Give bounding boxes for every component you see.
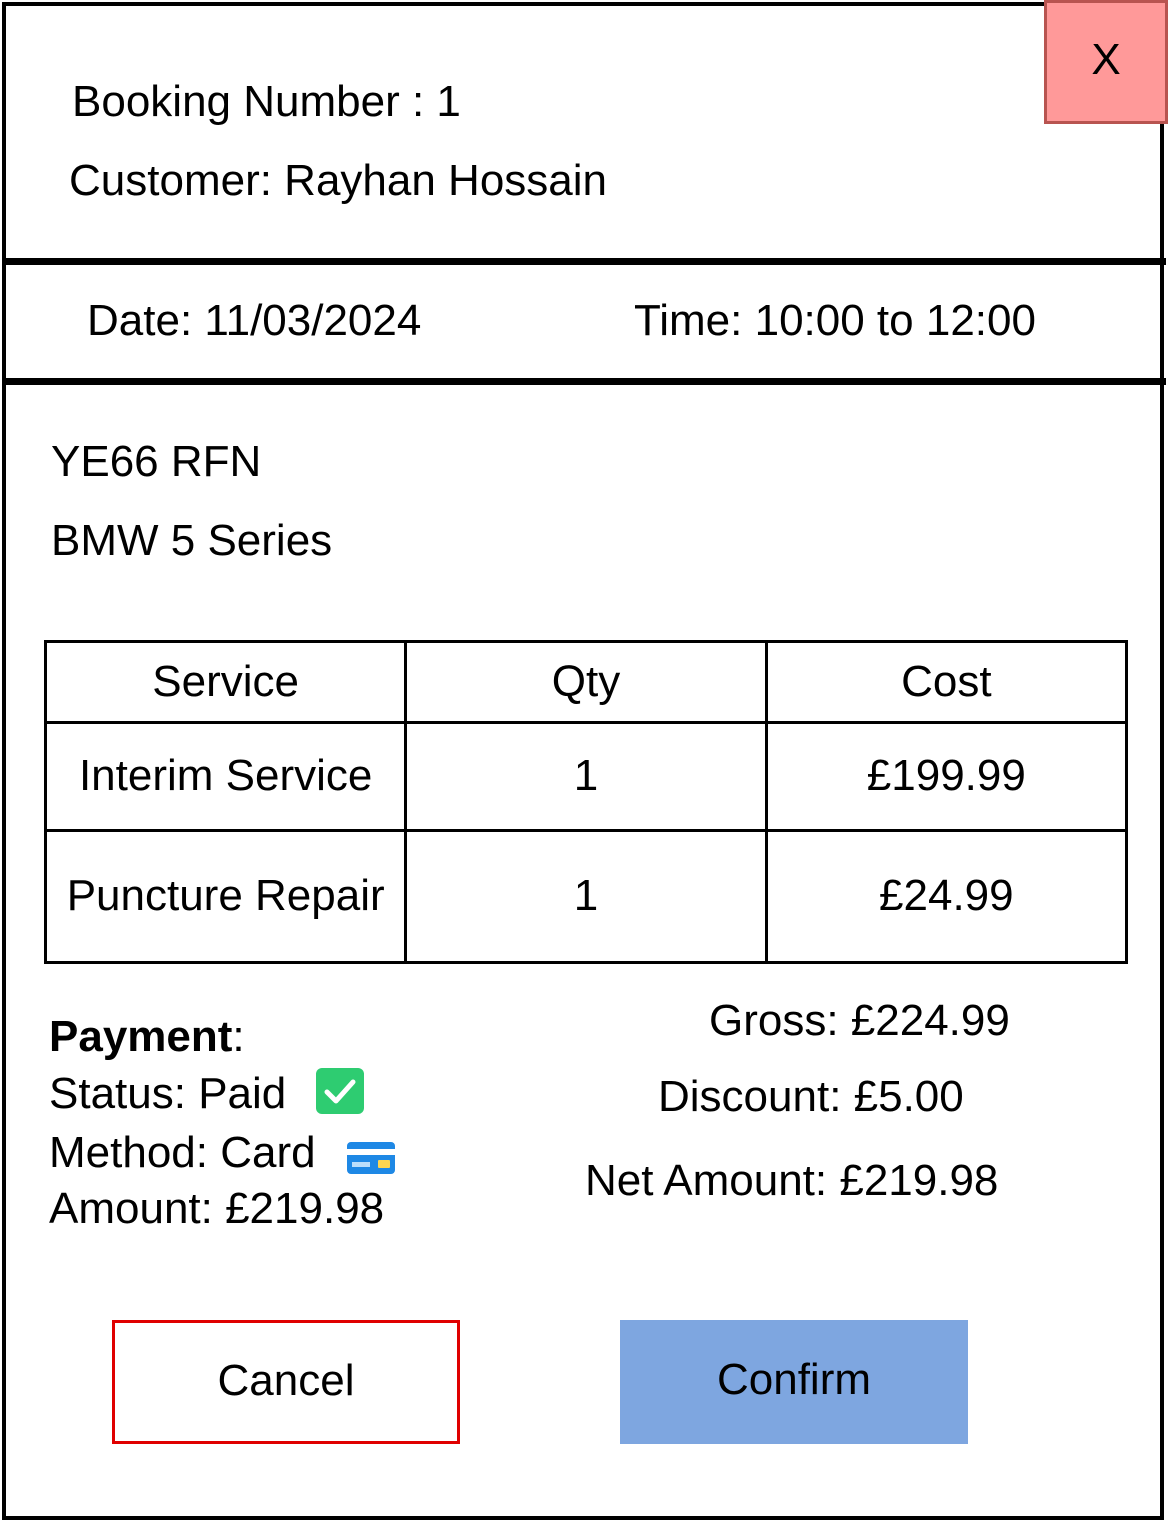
cost-cell: £199.99 [764,721,1129,832]
booking-number: Booking Number : 1 [72,77,461,126]
qty-cell: 1 [404,721,768,832]
services-table: Service Qty Cost Interim Service 1 £199.… [43,640,1129,965]
gross-total: Gross: £224.99 [709,996,1010,1045]
confirm-button[interactable]: Confirm [620,1320,968,1444]
payment-method: Method: Card [49,1128,316,1177]
column-header-qty: Qty [404,640,768,724]
payment-status: Status: Paid [49,1069,287,1118]
payment-heading: Payment: [49,1015,245,1059]
booking-date: Date: 11/03/2024 [87,296,422,345]
header-divider [2,258,1166,265]
payment-heading-colon: : [232,1012,245,1061]
column-header-service: Service [43,640,408,724]
payment-heading-label: Payment [49,1012,233,1061]
column-header-cost: Cost [764,640,1129,724]
net-amount-total: Net Amount: £219.98 [585,1156,999,1205]
service-cell: Puncture Repair [43,828,408,965]
discount-total: Discount: £5.00 [658,1072,964,1121]
booking-time: Time: 10:00 to 12:00 [634,296,1036,345]
schedule-divider [2,378,1166,385]
credit-card-icon [346,1140,396,1181]
vehicle-registration: YE66 RFN [51,437,262,486]
table-row: Interim Service 1 £199.99 [43,721,1129,832]
payment-amount: Amount: £219.98 [49,1184,385,1233]
check-icon [316,1068,364,1114]
table-header-row: Service Qty Cost [43,640,1129,724]
cost-cell: £24.99 [764,828,1129,965]
table-row: Puncture Repair 1 £24.99 [43,828,1129,965]
vehicle-model: BMW 5 Series [51,516,333,565]
qty-cell: 1 [404,828,768,965]
cancel-button[interactable]: Cancel [112,1320,460,1444]
customer-name: Customer: Rayhan Hossain [69,156,608,205]
close-button[interactable]: X [1044,0,1168,124]
service-cell: Interim Service [43,721,408,832]
